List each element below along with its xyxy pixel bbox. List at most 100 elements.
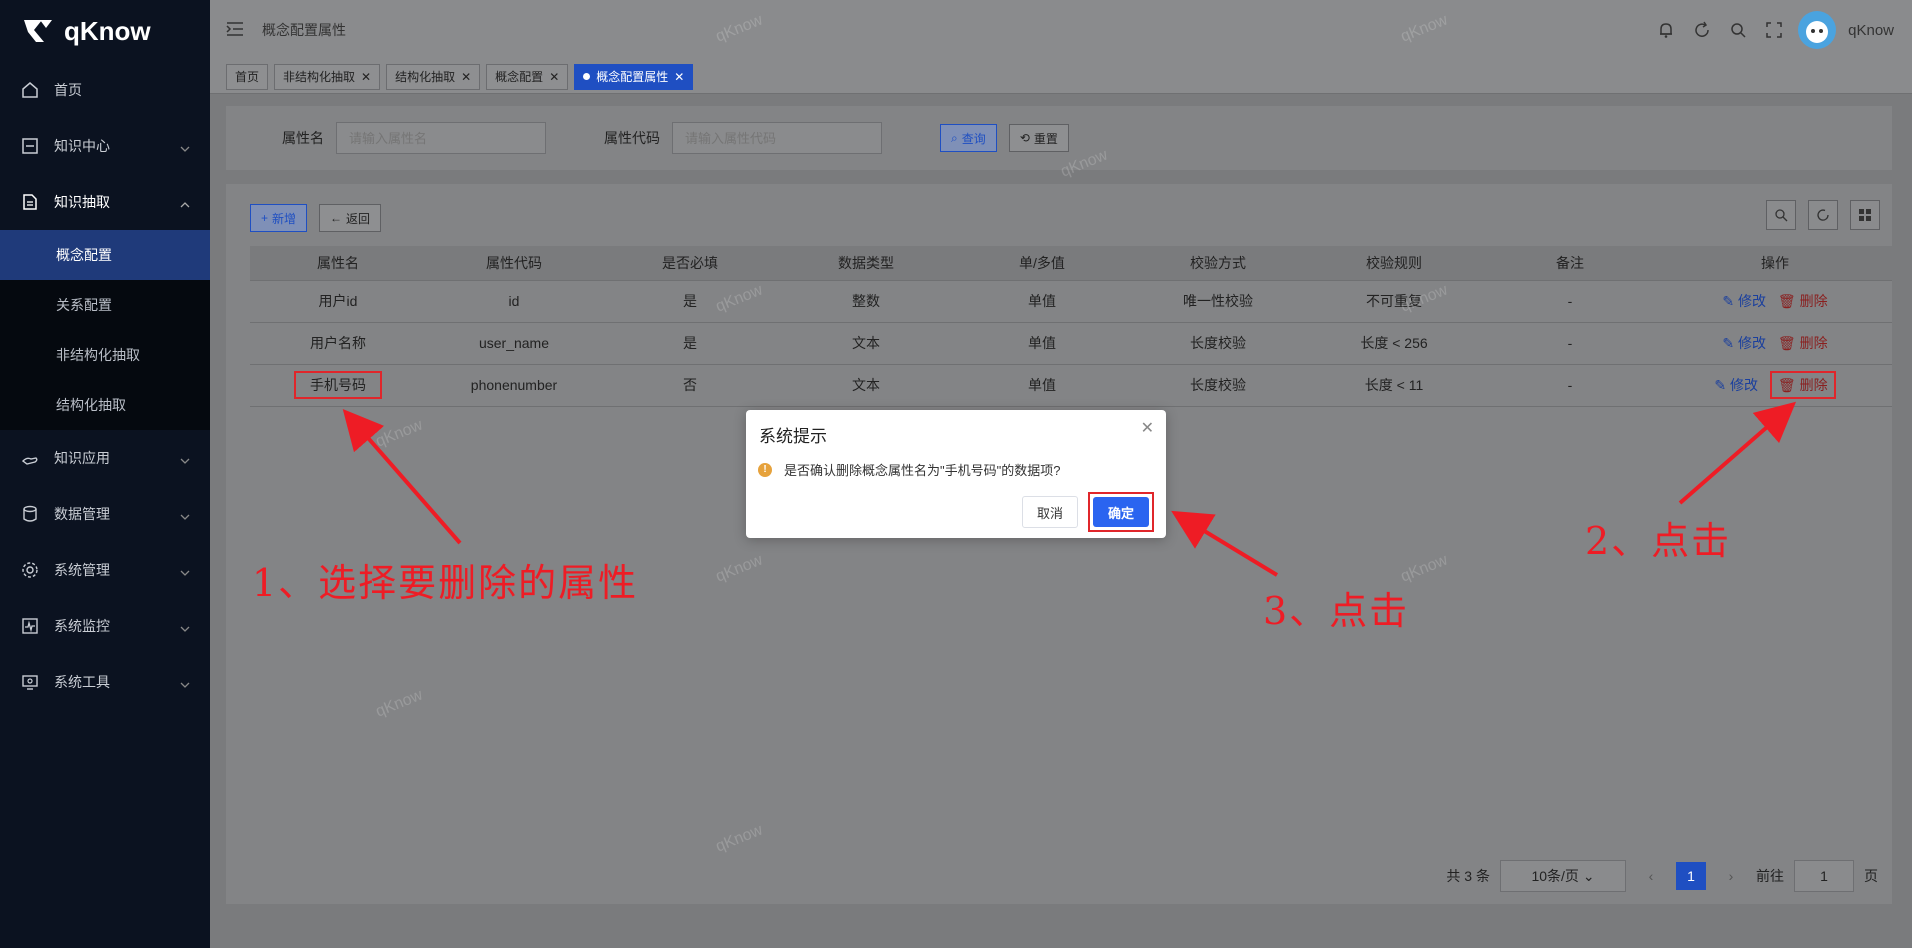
col-header: 属性名 (250, 246, 426, 281)
attribute-table: 属性名 属性代码 是否必填 数据类型 单/多值 校验方式 校验规则 备注 操作 … (250, 246, 1892, 407)
close-icon[interactable]: ✕ (361, 70, 371, 84)
tag-concept-config[interactable]: 概念配置 ✕ (486, 63, 569, 90)
sidebar-item-system-management[interactable]: 系统管理 (0, 542, 210, 598)
edit-link[interactable]: ✎ 修改 (1722, 293, 1766, 309)
col-header: 属性代码 (426, 246, 602, 281)
close-icon[interactable]: ✕ (1141, 418, 1154, 438)
sidebar-subitem-relation-config[interactable]: 关系配置 (0, 280, 210, 330)
tag-label: 概念配置 (495, 70, 544, 84)
confirm-button[interactable]: 确定 (1092, 497, 1149, 527)
edit-icon: ✎ (1722, 335, 1735, 351)
cell: 手机号码 (250, 364, 426, 407)
breadcrumb: 概念配置属性 (262, 22, 346, 38)
tag-concept-attribute[interactable]: 概念配置属性 ✕ (574, 63, 694, 90)
actions-cell: ✎ 修改 🗑 删除 (1658, 322, 1892, 365)
add-button[interactable]: + 新增 (250, 204, 308, 232)
arrow-left-icon: ← (330, 211, 343, 225)
page-unit: 页 (1864, 868, 1878, 884)
goto-input[interactable]: 1 (1794, 860, 1854, 892)
delete-link[interactable]: 🗑 删除 (1769, 371, 1836, 399)
edit-link[interactable]: ✎ 修改 (1714, 377, 1758, 393)
sidebar-item-label: 系统监控 (54, 618, 110, 634)
refresh-icon[interactable] (1808, 200, 1838, 230)
cell: 整数 (778, 280, 954, 323)
cell: 单值 (954, 280, 1130, 323)
tag-unstructured-extraction[interactable]: 非结构化抽取 ✕ (274, 63, 381, 90)
next-page-button[interactable]: › (1716, 862, 1746, 890)
delete-label: 删除 (1799, 293, 1828, 309)
chevron-down-icon (180, 677, 190, 688)
highlighted-cell: 手机号码 (294, 371, 382, 399)
sidebar-item-home[interactable]: 首页 (0, 62, 210, 118)
annotation-step3: 3、点击 (1263, 589, 1410, 633)
sidebar-item-knowledge-application[interactable]: 知识应用 (0, 430, 210, 486)
close-icon[interactable]: ✕ (461, 70, 471, 84)
avatar[interactable] (1798, 11, 1837, 49)
sidebar-item-data-management[interactable]: 数据管理 (0, 486, 210, 542)
refresh-icon[interactable] (1684, 12, 1720, 48)
sidebar-item-label: 首页 (54, 82, 82, 98)
trash-icon: 🗑 (1777, 377, 1796, 393)
search-toggle-icon[interactable] (1766, 200, 1796, 230)
reset-button[interactable]: ⟲ 重置 (1008, 124, 1069, 152)
prev-page-button[interactable]: ‹ (1636, 862, 1666, 890)
close-icon[interactable]: ✕ (674, 70, 684, 84)
annotation-step2: 2、点击 (1585, 519, 1732, 563)
hamburger-icon[interactable] (226, 21, 244, 40)
cell: 不可重复 (1306, 280, 1482, 323)
cell: id (426, 280, 602, 323)
sidebar-item-knowledge-extraction[interactable]: 知识抽取 (0, 174, 210, 230)
table-tools (1766, 200, 1880, 230)
chevron-down-icon: ⌄ (1582, 867, 1595, 884)
edit-link[interactable]: ✎ 修改 (1722, 335, 1766, 351)
cell: 唯一性校验 (1130, 280, 1306, 323)
sidebar-subitem-concept-config[interactable]: 概念配置 (0, 230, 210, 280)
sidebar-subitem-unstructured-extraction[interactable]: 非结构化抽取 (0, 330, 210, 380)
tag-structured-extraction[interactable]: 结构化抽取 ✕ (386, 63, 481, 90)
delete-link[interactable]: 🗑 删除 (1778, 335, 1828, 351)
user-name[interactable]: qKnow (1848, 22, 1894, 39)
cell: 文本 (778, 364, 954, 407)
edit-label: 修改 (1738, 293, 1767, 309)
cell: 单值 (954, 364, 1130, 407)
confirm-dialog: 系统提示 ✕ ! 是否确认删除概念属性名为"手机号码"的数据项? 取消 确定 (746, 410, 1166, 538)
attr-code-input[interactable] (672, 122, 882, 154)
sidebar-item-knowledge-center[interactable]: 知识中心 (0, 118, 210, 174)
search-icon[interactable] (1720, 12, 1756, 48)
reset-icon: ⟲ (1019, 131, 1030, 145)
edit-label: 修改 (1738, 335, 1767, 351)
tag-label: 非结构化抽取 (283, 70, 356, 84)
delete-link[interactable]: 🗑 删除 (1778, 293, 1828, 309)
table-row[interactable]: 用户名称 user_name 是 文本 单值 长度校验 长度 < 256 - ✎… (250, 322, 1892, 365)
attr-name-input[interactable] (336, 122, 546, 154)
document-icon (20, 192, 40, 212)
sidebar-item-system-monitor[interactable]: 系统监控 (0, 598, 210, 654)
tag-home[interactable]: 首页 (226, 63, 269, 90)
sidebar-item-label: 数据管理 (54, 506, 110, 522)
app-logo[interactable]: qKnow (0, 0, 210, 62)
dialog-message-row: ! 是否确认删除概念属性名为"手机号码"的数据项? (758, 460, 1060, 479)
page-size-select[interactable]: 10条/页 ⌄ (1500, 860, 1626, 892)
search-form: 属性名 属性代码 ⌕查询 ⟲重置 (226, 106, 1892, 170)
cancel-button[interactable]: 取消 (1021, 496, 1078, 528)
columns-icon[interactable] (1850, 200, 1880, 230)
table-row[interactable]: 手机号码 phonenumber 否 文本 单值 长度校验 长度 < 11 - … (250, 364, 1892, 407)
actions-cell: ✎ 修改 🗑 删除 (1658, 364, 1892, 407)
back-button[interactable]: ← 返回 (319, 204, 382, 232)
table-row[interactable]: 用户id id 是 整数 单值 唯一性校验 不可重复 - ✎ 修改 🗑 删除 (250, 280, 1892, 323)
sidebar: qKnow 首页 知识中心 知识抽取 概念配置 关系配置 非结构化抽取 结构化抽… (0, 0, 210, 948)
edit-icon: ✎ (1722, 293, 1735, 309)
cell: 用户id (250, 280, 426, 323)
bell-icon[interactable] (1648, 12, 1684, 48)
cell: 否 (602, 364, 778, 407)
cell: 用户名称 (250, 322, 426, 365)
fullscreen-icon[interactable] (1756, 12, 1792, 48)
sidebar-item-system-tools[interactable]: 系统工具 (0, 654, 210, 710)
page-number[interactable]: 1 (1676, 862, 1706, 890)
cell: 是 (602, 280, 778, 323)
close-icon[interactable]: ✕ (549, 70, 559, 84)
query-button[interactable]: ⌕ 查询 (940, 124, 997, 152)
tags-view: 首页 非结构化抽取 ✕ 结构化抽取 ✕ 概念配置 ✕ 概念配置属性 ✕ (210, 60, 1912, 94)
chevron-down-icon (180, 141, 190, 152)
sidebar-subitem-structured-extraction[interactable]: 结构化抽取 (0, 380, 210, 430)
